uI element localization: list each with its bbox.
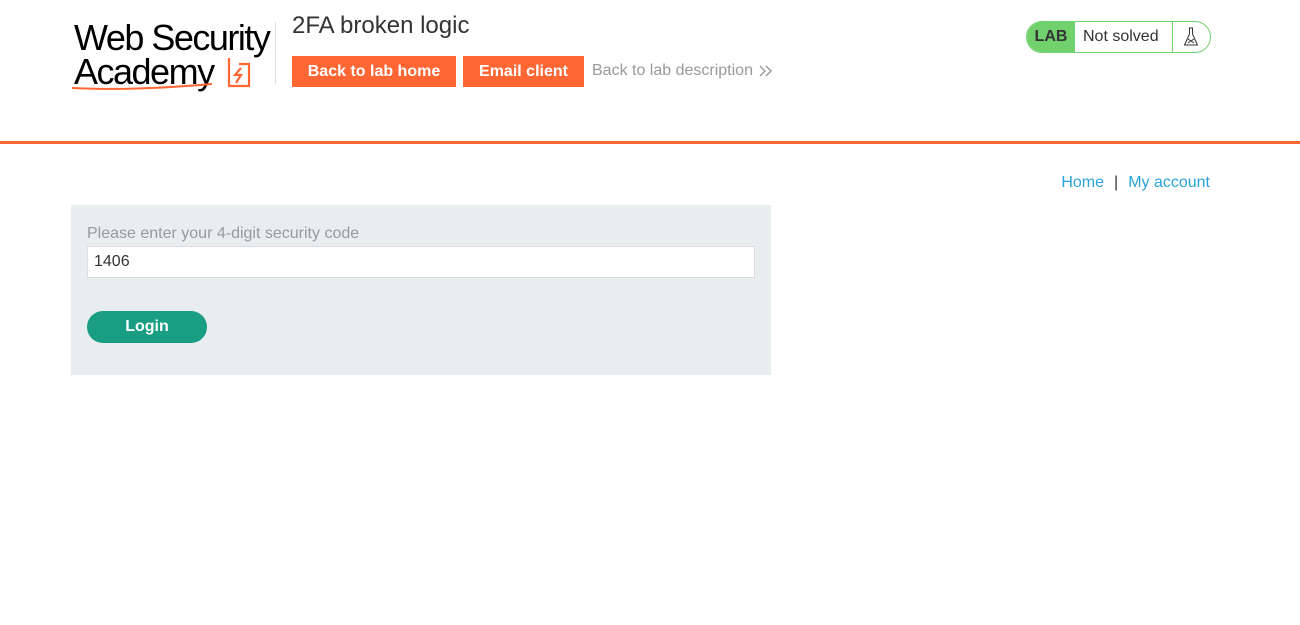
back-to-lab-description-label: Back to lab description — [592, 62, 753, 79]
flask-icon — [1183, 27, 1198, 46]
logo-lightning-icon — [227, 58, 251, 88]
login-button[interactable]: Login — [87, 311, 207, 343]
account-nav: Home | My account — [1061, 174, 1210, 192]
logo-swoosh-icon — [72, 83, 213, 90]
my-account-link[interactable]: My account — [1128, 174, 1210, 191]
security-code-input[interactable] — [87, 246, 755, 278]
page-header: Web Security Academy 2FA broken logic Ba… — [0, 0, 1300, 144]
back-to-lab-description-link[interactable]: Back to lab description — [592, 62, 773, 80]
back-to-lab-home-button[interactable]: Back to lab home — [292, 56, 456, 87]
double-chevron-right-icon — [759, 65, 772, 77]
security-code-label: Please enter your 4-digit security code — [87, 225, 360, 242]
lab-flask-cell — [1172, 22, 1208, 52]
nav-separator: | — [1114, 174, 1119, 191]
security-code-form: Please enter your 4-digit security code … — [71, 205, 771, 375]
home-link[interactable]: Home — [1061, 174, 1104, 191]
logo-divider — [275, 22, 276, 84]
lab-status-text: Not solved — [1083, 28, 1159, 45]
email-client-button[interactable]: Email client — [463, 56, 584, 87]
lab-status-widget: LAB Not solved — [1026, 21, 1211, 53]
lab-badge: LAB — [1027, 22, 1075, 52]
lab-title: 2FA broken logic — [292, 12, 470, 39]
web-security-academy-logo[interactable]: Web Security Academy — [72, 18, 274, 92]
